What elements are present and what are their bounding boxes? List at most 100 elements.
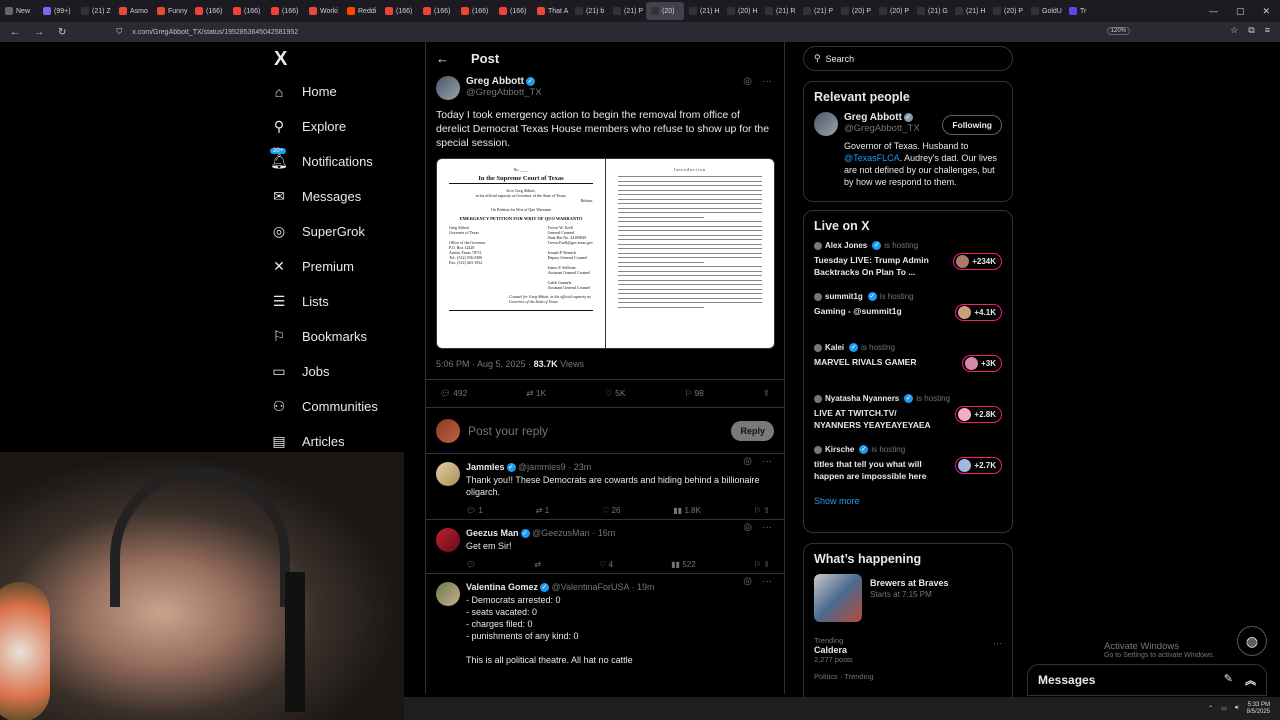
menu-icon[interactable]: ≡: [1265, 25, 1270, 36]
bookmark-action[interactable]: ⚐ 98: [684, 388, 703, 399]
reply-handle[interactable]: @jammles9 · 23m: [518, 462, 591, 472]
live-item[interactable]: Nyatasha Nyanners ✓ is hosting LIVE AT TWIT…: [814, 394, 1002, 445]
reply-item[interactable]: Geezus Man ✓ @GeezusMan · 16m Get em Sir!…: [426, 520, 784, 575]
browser-tab[interactable]: (20) P: [836, 2, 874, 20]
browser-tab[interactable]: Funny: [152, 2, 190, 20]
live-listener-count[interactable]: +234K: [953, 253, 1002, 270]
following-button[interactable]: Following: [942, 115, 1002, 135]
reply-handle[interactable]: @ValentinaForUSA · 19m: [552, 582, 655, 592]
reply-views-action[interactable]: ▮▮ 522: [671, 560, 695, 569]
browser-tab[interactable]: (21) P: [608, 2, 646, 20]
reply-button[interactable]: Reply: [731, 420, 774, 441]
live-host-name[interactable]: Nyatasha Nyanners: [825, 394, 899, 403]
live-item[interactable]: Kalei ✓ is hosting MARVEL RIVALS GAMER +3K: [814, 343, 1002, 394]
reply-author-name[interactable]: Geezus Man: [466, 528, 519, 538]
reply-author-name[interactable]: Valentina Gomez: [466, 582, 538, 592]
reply-author-name[interactable]: Jammles: [466, 462, 505, 472]
more-options-icon[interactable]: ···: [762, 76, 772, 87]
browser-tab[interactable]: (21) Z: [76, 2, 114, 20]
nav-lists[interactable]: ☰ Lists: [270, 284, 420, 319]
grok-floating-button[interactable]: ◍: [1237, 626, 1267, 656]
more-options-icon[interactable]: ···: [993, 638, 1002, 648]
extensions-icon[interactable]: ⧉: [1248, 25, 1254, 36]
like-action[interactable]: ♡ 5K: [605, 388, 625, 399]
browser-tab[interactable]: Reddi: [342, 2, 380, 20]
author-name[interactable]: Greg Abbott: [466, 76, 524, 87]
person-handle[interactable]: @GregAbbott_TX: [844, 123, 920, 134]
live-listener-count[interactable]: +4.1K: [955, 304, 1002, 321]
avatar[interactable]: [436, 582, 460, 607]
shield-icon[interactable]: ⛉: [116, 27, 122, 37]
browser-tab[interactable]: Tr: [1064, 2, 1102, 20]
live-listener-count[interactable]: +2.8K: [955, 406, 1002, 423]
browser-tab[interactable]: (99+): [38, 2, 76, 20]
live-item[interactable]: summit1g ✓ is hosting Gaming - @summit1g +4.…: [814, 292, 1002, 343]
reply-repost-action[interactable]: ⇄ 1: [536, 506, 549, 515]
address-field[interactable]: x.com/GregAbbott_TX/status/1952853645042…: [132, 29, 298, 36]
browser-tab[interactable]: (21) b: [570, 2, 608, 20]
avatar[interactable]: [436, 528, 460, 553]
trend-item[interactable]: Trending Caldera 2,277 posts ···: [814, 636, 1002, 664]
browser-tab[interactable]: (166): [380, 2, 418, 20]
nav-jobs[interactable]: ▭ Jobs: [270, 354, 420, 389]
live-item[interactable]: Alex Jones ✓ is hosting Tuesday LIVE: Trump…: [814, 241, 1002, 292]
browser-tab[interactable]: (20) H: [722, 2, 760, 20]
live-host-name[interactable]: Kirsche: [825, 445, 854, 454]
maximize-icon[interactable]: ▢: [1236, 6, 1245, 17]
author-name-row[interactable]: Greg Abbott ✓: [466, 76, 542, 87]
show-more-link[interactable]: Show more: [814, 496, 1002, 506]
nav-home[interactable]: ⌂ Home: [270, 74, 420, 109]
post-image[interactable]: No. ____ In the Supreme Court of Texas I…: [436, 158, 775, 349]
browser-tab[interactable]: New: [0, 2, 38, 20]
browser-tab[interactable]: (166): [228, 2, 266, 20]
bookmark-icon[interactable]: ⚐ ⇪: [754, 560, 770, 569]
repost-action[interactable]: ⇄ 1K: [526, 388, 546, 399]
reply-handle[interactable]: @GeezusMan · 16m: [532, 528, 615, 538]
search-input[interactable]: ⚲ Search: [803, 46, 1013, 71]
reply-input[interactable]: Post your reply: [468, 424, 723, 438]
reply-comment-action[interactable]: 💬︎: [466, 560, 476, 569]
network-icon[interactable]: ▭: [1221, 705, 1227, 712]
volume-icon[interactable]: 🔊︎: [1235, 705, 1239, 712]
more-options-icon[interactable]: ···: [762, 576, 772, 587]
browser-tab[interactable]: Asmo: [114, 2, 152, 20]
x-logo-icon[interactable]: X: [274, 48, 420, 74]
live-listener-count[interactable]: +2.7K: [955, 457, 1002, 474]
nav-messages[interactable]: ✉ Messages: [270, 179, 420, 214]
post-timestamp[interactable]: 5:06 PM · Aug 5, 2025 ·: [436, 359, 531, 369]
browser-tab[interactable]: (21) H: [950, 2, 988, 20]
browser-tab[interactable]: (166): [494, 2, 532, 20]
bookmark-star-icon[interactable]: ☆: [1230, 25, 1238, 36]
browser-tab[interactable]: That A: [532, 2, 570, 20]
clock[interactable]: 5:33 PM 8/5/2025: [1247, 702, 1270, 716]
back-arrow-icon[interactable]: ←: [436, 51, 449, 66]
bio-link[interactable]: @TexasFLCA: [844, 153, 900, 163]
nav-bookmarks[interactable]: ⚐ Bookmarks: [270, 319, 420, 354]
messages-drawer[interactable]: Messages ✎ ︽: [1027, 664, 1267, 696]
browser-tab[interactable]: (21) G: [912, 2, 950, 20]
reload-icon[interactable]: ↻: [58, 27, 66, 38]
avatar[interactable]: [436, 462, 460, 486]
share-icon[interactable]: ⇪: [763, 388, 770, 399]
bookmark-icon[interactable]: ⚐ ⇪: [754, 506, 770, 515]
nav-supergrok[interactable]: ◎ SuperGrok: [270, 214, 420, 249]
nav-explore[interactable]: ⚲ Explore: [270, 109, 420, 144]
browser-tab[interactable]: (20) P: [988, 2, 1026, 20]
reply-item[interactable]: Jammles ✓ @jammles9 · 23m Thank you!! The…: [426, 454, 784, 521]
reply-comment-action[interactable]: 💬︎ 1: [466, 506, 483, 515]
more-options-icon[interactable]: ···: [762, 456, 772, 467]
author-handle[interactable]: @GregAbbott_TX: [466, 87, 542, 98]
live-listener-count[interactable]: +3K: [962, 355, 1002, 372]
reply-repost-action[interactable]: ⇄: [534, 560, 541, 569]
compose-message-icon[interactable]: ✎: [1224, 672, 1233, 688]
relevant-person[interactable]: Greg Abbott ✓ @GregAbbott_TX Following: [814, 112, 1002, 136]
browser-tab[interactable]: (166): [190, 2, 228, 20]
browser-tab[interactable]: (166): [418, 2, 456, 20]
grok-icon[interactable]: ◎: [743, 522, 752, 533]
live-host-name[interactable]: summit1g: [825, 292, 863, 301]
tray-chevron-icon[interactable]: ⌃: [1208, 705, 1213, 712]
nav-communities[interactable]: ⚇ Communities: [270, 389, 420, 424]
reply-views-action[interactable]: ▮▮ 1.8K: [673, 506, 701, 515]
nav-notifications[interactable]: 20+ 🔔︎ Notifications: [270, 144, 420, 179]
expand-icon[interactable]: ︽: [1245, 672, 1256, 688]
